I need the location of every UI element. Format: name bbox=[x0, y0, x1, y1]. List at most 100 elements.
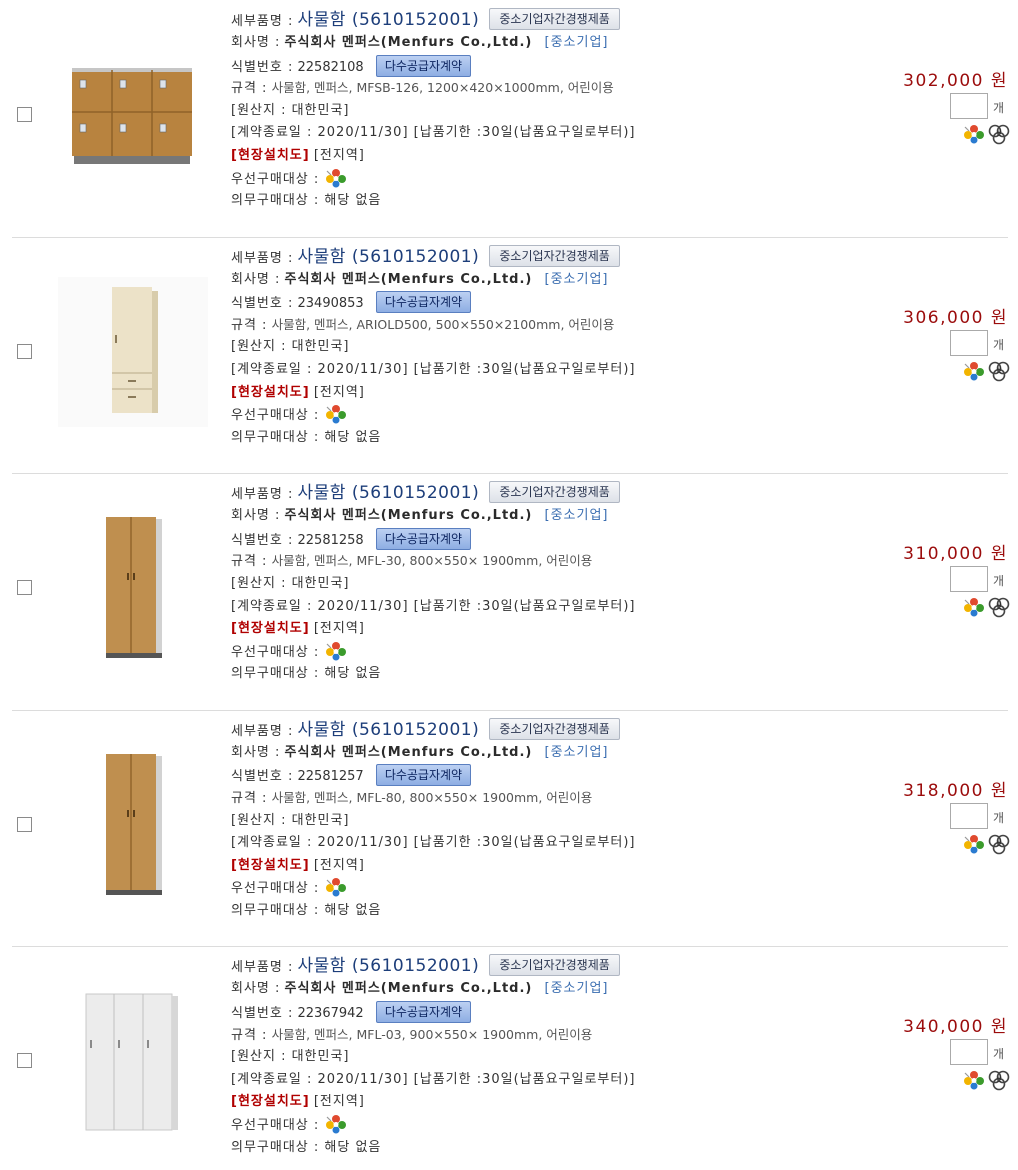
id-label: 식별번호 : bbox=[231, 1005, 294, 1021]
select-checkbox[interactable] bbox=[17, 107, 32, 122]
contract-line: [계약종료일 : 2020/11/30] [납품기한 :30일(납품요구일로부터… bbox=[231, 122, 871, 145]
site-line: [현장설치도] [전지역] bbox=[231, 855, 871, 878]
product-image-tall-cabinet-cream[interactable] bbox=[58, 276, 208, 427]
spec-line: 규격 : 사물함, 멘퍼스, ARIOLD500, 500×550×2100mm… bbox=[231, 314, 871, 337]
product-name-link[interactable]: 사물함 (5610152001) bbox=[298, 10, 480, 30]
product-image-locker-6door-wood[interactable] bbox=[58, 40, 208, 190]
sme-competition-badge: 중소기업자간경쟁제품 bbox=[489, 717, 620, 740]
product-info: 세부품명 : 사물함 (5610152001) 중소기업자간경쟁제품 회사명 :… bbox=[231, 8, 871, 213]
price: 340,000 원 bbox=[903, 1017, 1008, 1038]
delivery-deadline-text: [납품기한 :30일(납품요구일로부터)] bbox=[413, 598, 636, 614]
delivery-deadline-text: [납품기한 :30일(납품요구일로부터)] bbox=[413, 361, 636, 377]
identification-number: 22367942 bbox=[297, 1005, 364, 1021]
select-checkbox[interactable] bbox=[17, 1053, 32, 1069]
cert-rings-icon: 산 bbox=[987, 1069, 1011, 1091]
origin-text: [원산지 : 대한민국] bbox=[231, 339, 350, 355]
product-row: 세부품명 : 사물함 (5610152001) 중소기업자간경쟁제품 회사명 :… bbox=[0, 236, 1018, 474]
sme-competition-badge: 중소기업자간경쟁제품 bbox=[489, 8, 620, 30]
product-name-link[interactable]: 사물함 (5610152001) bbox=[298, 720, 480, 740]
eco-flower-icon bbox=[963, 834, 985, 854]
quantity-unit: 개 bbox=[993, 574, 1005, 589]
priority-purchase-icon bbox=[325, 1114, 347, 1134]
svg-text:산: 산 bbox=[996, 839, 1002, 847]
eco-flower-icon bbox=[963, 124, 985, 144]
spec-label: 규격 : bbox=[231, 790, 268, 806]
company-label: 회사명 : bbox=[231, 508, 281, 524]
priority-purchase-icon bbox=[325, 877, 347, 897]
mas-contract-badge[interactable]: 다수공급자계약 bbox=[375, 1000, 472, 1023]
product-row: 세부품명 : 사물함 (5610152001) 중소기업자간경쟁제품 회사명 :… bbox=[0, 473, 1018, 710]
eco-flower-icon bbox=[963, 1070, 985, 1090]
mas-contract-badge[interactable]: 다수공급자계약 bbox=[375, 527, 472, 550]
product-name-link[interactable]: 사물함 (5610152001) bbox=[298, 247, 480, 267]
quantity-input[interactable] bbox=[950, 93, 988, 119]
company-name[interactable]: 주식회사 멘퍼스(Menfurs Co.,Ltd.) bbox=[285, 508, 533, 523]
mandatory-text: 의무구매대상 : 해당 없음 bbox=[231, 666, 382, 682]
quantity-input[interactable] bbox=[950, 1039, 988, 1066]
contract-end-text: [계약종료일 : 2020/11/30] bbox=[231, 598, 409, 614]
spec-label: 규격 : bbox=[231, 1027, 268, 1043]
site-line: [현장설치도] [전지역] bbox=[231, 145, 871, 168]
company-category: [중소기업] bbox=[544, 508, 609, 524]
product-image-wardrobe-white-3door[interactable] bbox=[58, 986, 208, 1136]
spec-label: 규격 : bbox=[231, 81, 268, 97]
delivery-deadline-text: [납품기한 :30일(납품요구일로부터)] bbox=[413, 1071, 636, 1087]
spec-value: 사물함, 멘퍼스, MFL-80, 800×550× 1900mm, 어린이용 bbox=[271, 789, 593, 805]
detail-name-label: 세부품명 : bbox=[231, 250, 294, 266]
company-line: 회사명 : 주식회사 멘퍼스(Menfurs Co.,Ltd.) [중소기업] bbox=[231, 32, 871, 55]
priority-line: 우선구매대상 : bbox=[231, 404, 871, 427]
quantity-input[interactable] bbox=[950, 802, 988, 829]
company-label: 회사명 : bbox=[231, 271, 281, 287]
mandatory-text: 의무구매대상 : 해당 없음 bbox=[231, 429, 382, 445]
quantity-input[interactable] bbox=[950, 329, 988, 356]
mas-contract-badge[interactable]: 다수공급자계약 bbox=[375, 291, 472, 314]
contract-end-text: [계약종료일 : 2020/11/30] bbox=[231, 361, 409, 377]
region-text: [전지역] bbox=[313, 1094, 365, 1110]
quantity-input[interactable] bbox=[950, 566, 988, 593]
priority-label: 우선구매대상 : bbox=[231, 881, 320, 897]
id-line: 식별번호 : 22581257 다수공급자계약 bbox=[231, 764, 871, 787]
contract-line: [계약종료일 : 2020/11/30] [납품기한 :30일(납품요구일로부터… bbox=[231, 359, 871, 382]
mas-contract-badge[interactable]: 다수공급자계약 bbox=[375, 54, 472, 77]
company-category: [중소기업] bbox=[544, 35, 609, 50]
select-checkbox[interactable] bbox=[17, 580, 32, 596]
priority-purchase-icon bbox=[325, 641, 347, 661]
product-info: 세부품명 : 사물함 (5610152001) 중소기업자간경쟁제품 회사명 :… bbox=[231, 244, 871, 450]
product-name-link[interactable]: 사물함 (5610152001) bbox=[298, 956, 480, 976]
company-name[interactable]: 주식회사 멘퍼스(Menfurs Co.,Ltd.) bbox=[285, 35, 533, 50]
mandatory-text: 의무구매대상 : 해당 없음 bbox=[231, 1139, 382, 1155]
origin-line: [원산지 : 대한민국] bbox=[231, 573, 871, 596]
detail-name-line: 세부품명 : 사물함 (5610152001) 중소기업자간경쟁제품 bbox=[231, 244, 871, 269]
origin-text: [원산지 : 대한민국] bbox=[231, 1049, 350, 1065]
product-info: 세부품명 : 사물함 (5610152001) 중소기업자간경쟁제품 회사명 :… bbox=[231, 481, 871, 686]
delivery-deadline-text: [납품기한 :30일(납품요구일로부터)] bbox=[413, 125, 636, 141]
company-name[interactable]: 주식회사 멘퍼스(Menfurs Co.,Ltd.) bbox=[285, 745, 533, 760]
product-image-wardrobe-wood[interactable] bbox=[58, 513, 208, 663]
cert-rings-icon: 산 bbox=[987, 596, 1011, 618]
origin-text: [원산지 : 대한민국] bbox=[231, 575, 350, 591]
select-checkbox[interactable] bbox=[17, 816, 32, 832]
mas-contract-badge[interactable]: 다수공급자계약 bbox=[375, 764, 472, 787]
select-checkbox[interactable] bbox=[17, 343, 32, 359]
company-name[interactable]: 주식회사 멘퍼스(Menfurs Co.,Ltd.) bbox=[285, 272, 533, 287]
spec-line: 규격 : 사물함, 멘퍼스, MFL-80, 800×550× 1900mm, … bbox=[231, 787, 871, 810]
price: 302,000 원 bbox=[903, 71, 1008, 91]
product-image-wardrobe-wood[interactable] bbox=[58, 750, 208, 900]
svg-text:산: 산 bbox=[996, 129, 1002, 137]
product-name-link[interactable]: 사물함 (5610152001) bbox=[298, 483, 480, 503]
contract-line: [계약종료일 : 2020/11/30] [납품기한 :30일(납품요구일로부터… bbox=[231, 832, 871, 855]
detail-name-label: 세부품명 : bbox=[231, 487, 294, 503]
identification-number: 22581257 bbox=[297, 769, 364, 785]
priority-purchase-icon bbox=[325, 404, 347, 424]
company-line: 회사명 : 주식회사 멘퍼스(Menfurs Co.,Ltd.) [중소기업] bbox=[231, 742, 871, 765]
quantity-unit: 개 bbox=[993, 1047, 1005, 1062]
company-name[interactable]: 주식회사 멘퍼스(Menfurs Co.,Ltd.) bbox=[285, 981, 533, 996]
id-label: 식별번호 : bbox=[231, 296, 294, 312]
priority-line: 우선구매대상 : bbox=[231, 168, 871, 191]
detail-name-label: 세부품명 : bbox=[231, 14, 294, 29]
contract-end-text: [계약종료일 : 2020/11/30] bbox=[231, 835, 409, 851]
quantity-unit: 개 bbox=[993, 810, 1005, 825]
detail-name-line: 세부품명 : 사물함 (5610152001) 중소기업자간경쟁제품 bbox=[231, 717, 871, 742]
cert-icons: 산 bbox=[961, 360, 1010, 382]
detail-name-label: 세부품명 : bbox=[231, 723, 294, 739]
